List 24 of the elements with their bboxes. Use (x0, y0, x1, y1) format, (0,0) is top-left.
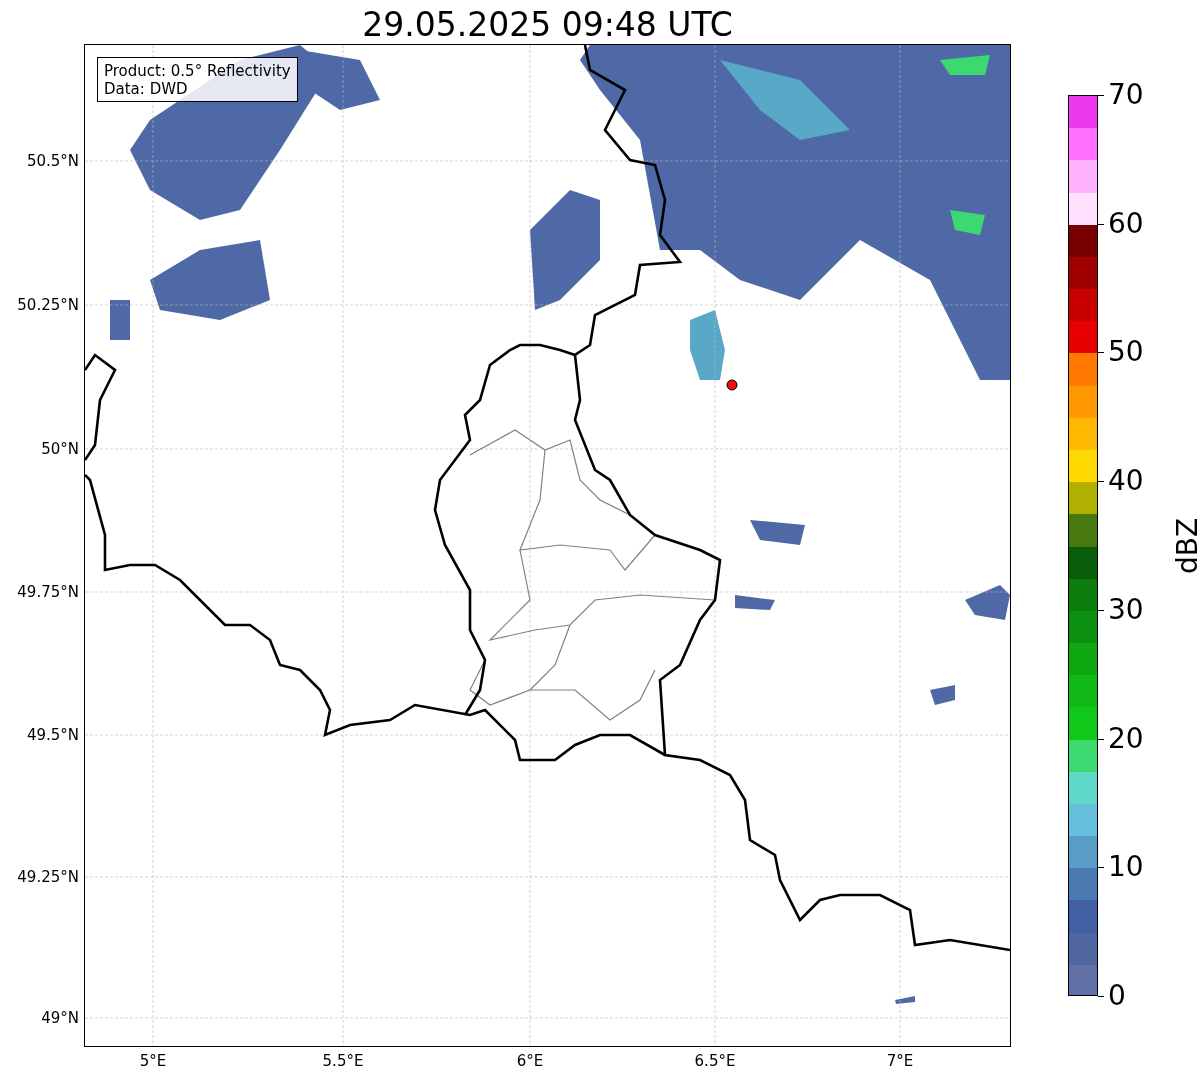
chart-title: 29.05.2025 09:48 UTC (361, 5, 734, 45)
axis-tick-label: 5.5°E (321, 1052, 365, 1070)
colorbar-tick-label: 30 (1108, 593, 1144, 626)
axis-tick-label: 50.5°N (26, 152, 79, 170)
axis-tick-label: 49.5°N (26, 726, 79, 744)
colorbar-tick-label: 10 (1108, 851, 1144, 884)
legend-text: Data: DWD (104, 80, 189, 98)
colorbar-tick-label: 60 (1108, 207, 1144, 240)
axis-tick-label: 6.5°E (693, 1052, 737, 1070)
axis-tick-label: 7°E (885, 1052, 915, 1070)
axis-tick-label: 6°E (515, 1052, 545, 1070)
colorbar-tick-label: 50 (1108, 336, 1144, 369)
axis-tick-label: 49°N (41, 1009, 79, 1027)
colorbar-tick-label: 0 (1108, 980, 1126, 1012)
axis-tick-label: 50.25°N (17, 296, 79, 314)
colorbar-tick-label: 20 (1108, 722, 1144, 755)
colorbar-label: dBZ (1172, 517, 1202, 575)
colorbar-tick-label: 70 (1108, 79, 1144, 111)
legend-text: Product: 0.5° Reflectivity (104, 62, 291, 80)
axis-tick-label: 5°E (138, 1052, 168, 1070)
axis-tick-label: 49.25°N (17, 868, 79, 886)
axis-tick-label: 49.75°N (17, 583, 79, 601)
axis-tick-label: 50°N (41, 440, 79, 458)
colorbar-tick-label: 40 (1108, 465, 1144, 498)
